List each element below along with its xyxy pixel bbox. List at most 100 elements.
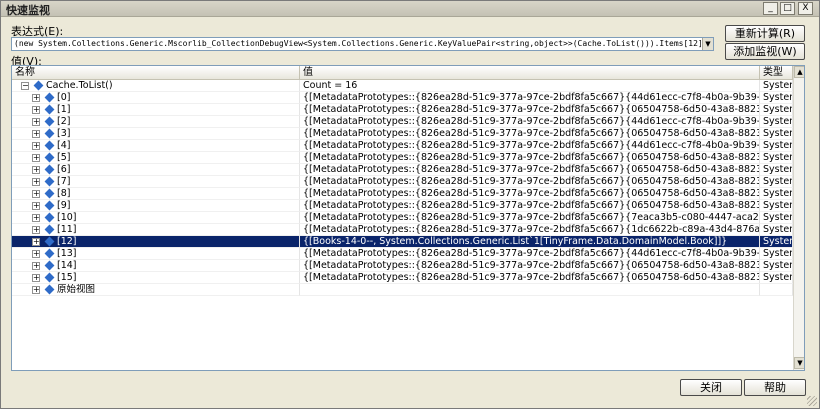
expand-icon[interactable]: + (32, 286, 40, 294)
property-icon (44, 284, 55, 295)
row-type: System.C (760, 176, 793, 188)
row-name: [4] (57, 140, 71, 151)
row-value: {[MetadataPrototypes::{826ea28d-51c9-377… (300, 104, 760, 116)
row-value: {[MetadataPrototypes::{826ea28d-51c9-377… (300, 260, 760, 272)
expand-icon[interactable]: + (32, 238, 40, 246)
expand-icon[interactable]: + (32, 226, 40, 234)
property-icon (44, 212, 55, 223)
property-icon (44, 92, 55, 103)
table-row[interactable]: + [12] {[Books-14-0--, System.Collections.… (12, 236, 793, 248)
grid-rows: − Cache.ToList() Count = 16 System.C + [0… (12, 80, 793, 296)
row-type: System.C (760, 92, 793, 104)
table-row[interactable]: + [5] {[MetadataPrototypes::{826ea28d-51c9… (12, 152, 793, 164)
table-row[interactable]: + [3] {[MetadataPrototypes::{826ea28d-51c9… (12, 128, 793, 140)
row-type: System.C (760, 272, 793, 284)
recalculate-button[interactable]: 重新计算(R) (725, 25, 805, 42)
table-row[interactable]: + [4] {[MetadataPrototypes::{826ea28d-51c9… (12, 140, 793, 152)
expand-icon[interactable]: + (32, 250, 40, 258)
add-watch-button[interactable]: 添加监视(W) (725, 43, 805, 60)
table-row[interactable]: + [6] {[MetadataPrototypes::{826ea28d-51c9… (12, 164, 793, 176)
row-value: {[MetadataPrototypes::{826ea28d-51c9-377… (300, 224, 760, 236)
row-type: System.C (760, 200, 793, 212)
table-row[interactable]: + [2] {[MetadataPrototypes::{826ea28d-51c9… (12, 116, 793, 128)
table-row[interactable]: + [8] {[MetadataPrototypes::{826ea28d-51c9… (12, 188, 793, 200)
row-value: {[MetadataPrototypes::{826ea28d-51c9-377… (300, 92, 760, 104)
row-value: {[MetadataPrototypes::{826ea28d-51c9-377… (300, 152, 760, 164)
root-name: Cache.ToList() (46, 80, 113, 91)
expand-icon[interactable]: + (32, 118, 40, 126)
property-icon (44, 188, 55, 199)
property-icon (44, 164, 55, 175)
row-type: System.C (760, 152, 793, 164)
watch-grid[interactable]: 名称 值 类型 − Cache.ToList() Count = 16 Syst… (11, 65, 805, 371)
row-name: [15] (57, 272, 77, 283)
row-value: {[MetadataPrototypes::{826ea28d-51c9-377… (300, 188, 760, 200)
vertical-scrollbar[interactable]: ▲ ▼ (793, 66, 804, 370)
row-value: {[MetadataPrototypes::{826ea28d-51c9-377… (300, 200, 760, 212)
expand-icon[interactable]: + (32, 262, 40, 270)
expression-input[interactable]: (new System.Collections.Generic.Mscorlib… (14, 39, 703, 48)
table-row[interactable]: + [0] {[MetadataPrototypes::{826ea28d-51c9… (12, 92, 793, 104)
property-icon (44, 200, 55, 211)
expand-icon[interactable]: + (32, 130, 40, 138)
table-row[interactable]: + [11] {[MetadataPrototypes::{826ea28d-51c… (12, 224, 793, 236)
maximize-button[interactable]: □ (780, 2, 795, 15)
expand-icon[interactable]: + (32, 178, 40, 186)
column-header-name[interactable]: 名称 (12, 66, 300, 80)
table-row-raw-view[interactable]: + 原始视图 (12, 284, 793, 296)
grid-header: 名称 值 类型 (12, 66, 804, 80)
expand-icon[interactable]: + (32, 142, 40, 150)
property-icon (44, 260, 55, 271)
close-window-button[interactable]: X (798, 2, 813, 15)
table-row[interactable]: + [14] {[MetadataPrototypes::{826ea28d-51c… (12, 260, 793, 272)
row-value: {[MetadataPrototypes::{826ea28d-51c9-377… (300, 116, 760, 128)
raw-view-name: 原始视图 (57, 284, 96, 295)
chevron-down-icon[interactable]: ▼ (702, 38, 713, 50)
expression-combobox[interactable]: (new System.Collections.Generic.Mscorlib… (11, 37, 714, 51)
help-button[interactable]: 帮助 (744, 379, 806, 396)
table-row[interactable]: + [15] {[MetadataPrototypes::{826ea28d-51c… (12, 272, 793, 284)
expand-icon[interactable]: + (32, 274, 40, 282)
scroll-up-button[interactable]: ▲ (794, 66, 804, 78)
table-row[interactable]: + [7] {[MetadataPrototypes::{826ea28d-51c9… (12, 176, 793, 188)
expand-icon[interactable]: + (32, 190, 40, 198)
row-type: System.C (760, 188, 793, 200)
minimize-button[interactable]: _ (763, 2, 778, 15)
property-icon (44, 128, 55, 139)
table-row[interactable]: + [9] {[MetadataPrototypes::{826ea28d-51c9… (12, 200, 793, 212)
property-icon (33, 80, 44, 91)
property-icon (44, 104, 55, 115)
row-type: System.C (760, 140, 793, 152)
row-value: {[MetadataPrototypes::{826ea28d-51c9-377… (300, 212, 760, 224)
expand-icon[interactable]: + (32, 214, 40, 222)
row-name: [10] (57, 212, 77, 223)
property-icon (44, 272, 55, 283)
collapse-icon[interactable]: − (21, 82, 29, 90)
expand-icon[interactable]: + (32, 202, 40, 210)
resize-grip-icon[interactable] (807, 396, 817, 406)
property-icon (44, 224, 55, 235)
row-value: {[MetadataPrototypes::{826ea28d-51c9-377… (300, 164, 760, 176)
property-icon (44, 152, 55, 163)
close-button[interactable]: 关闭 (680, 379, 742, 396)
column-header-value[interactable]: 值 (300, 66, 760, 80)
row-type: System.C (760, 236, 793, 248)
row-type: System.C (760, 116, 793, 128)
table-row[interactable]: + [10] {[MetadataPrototypes::{826ea28d-51c… (12, 212, 793, 224)
table-row-root[interactable]: − Cache.ToList() Count = 16 System.C (12, 80, 793, 92)
expand-icon[interactable]: + (32, 106, 40, 114)
expand-icon[interactable]: + (32, 154, 40, 162)
table-row[interactable]: + [13] {[MetadataPrototypes::{826ea28d-51c… (12, 248, 793, 260)
row-value: {[MetadataPrototypes::{826ea28d-51c9-377… (300, 248, 760, 260)
row-name: [6] (57, 164, 71, 175)
table-row[interactable]: + [1] {[MetadataPrototypes::{826ea28d-51c9… (12, 104, 793, 116)
row-type: System.C (760, 248, 793, 260)
row-type: System.C (760, 260, 793, 272)
expand-icon[interactable]: + (32, 94, 40, 102)
expand-icon[interactable]: + (32, 166, 40, 174)
scroll-down-button[interactable]: ▼ (794, 357, 804, 369)
row-type: System.C (760, 224, 793, 236)
row-value: {[MetadataPrototypes::{826ea28d-51c9-377… (300, 272, 760, 284)
column-header-type[interactable]: 类型 (760, 66, 793, 80)
row-type: System.C (760, 212, 793, 224)
